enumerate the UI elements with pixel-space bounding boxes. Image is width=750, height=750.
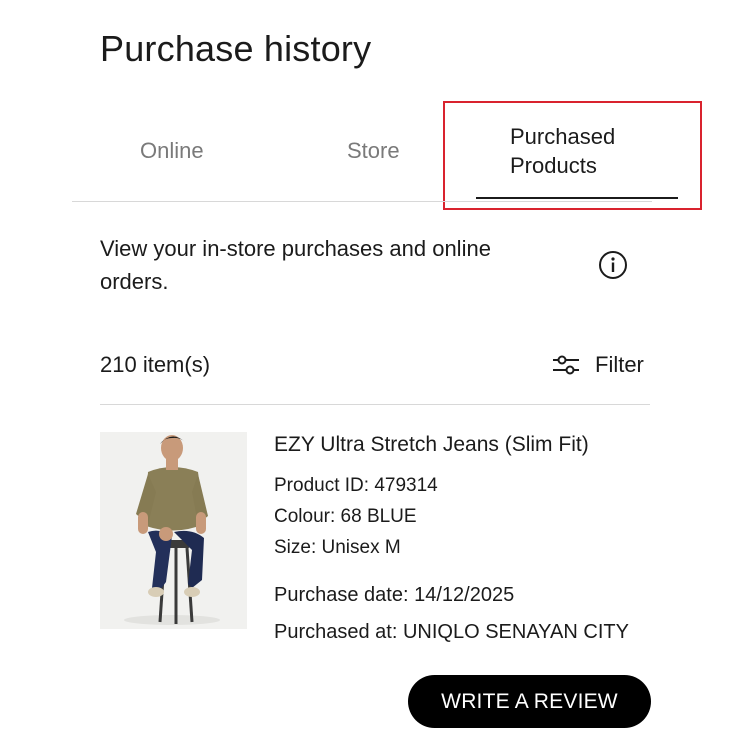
product-id: Product ID: 479314: [274, 475, 438, 496]
product-name[interactable]: EZY Ultra Stretch Jeans (Slim Fit): [274, 433, 589, 457]
highlight-box: [443, 101, 702, 210]
purchase-location: Purchased at: UNIQLO SENAYAN CITY: [274, 621, 629, 643]
page-title: Purchase history: [100, 28, 372, 69]
list-divider: [100, 404, 650, 405]
sliders-icon: [553, 355, 579, 375]
model-photo-illustration: [100, 432, 247, 629]
tab-store[interactable]: Store: [347, 138, 400, 164]
intro-text: View your in-store purchases and online …: [100, 236, 491, 294]
item-count: 210 item(s): [100, 352, 211, 377]
product-image[interactable]: [100, 432, 247, 629]
info-icon[interactable]: [598, 250, 628, 280]
purchase-date: Purchase date: 14/12/2025: [274, 584, 515, 606]
write-review-button[interactable]: WRITE A REVIEW: [408, 675, 651, 728]
filter-button[interactable]: Filter: [551, 350, 644, 380]
filter-label: Filter: [595, 352, 644, 377]
product-colour: Colour: 68 BLUE: [274, 506, 417, 527]
product-size: Size: Unisex M: [274, 537, 401, 558]
tab-online[interactable]: Online: [140, 138, 204, 164]
purchase-history-page: Purchase history Online Store Purchased …: [0, 0, 750, 750]
tabs-divider: [72, 201, 652, 202]
